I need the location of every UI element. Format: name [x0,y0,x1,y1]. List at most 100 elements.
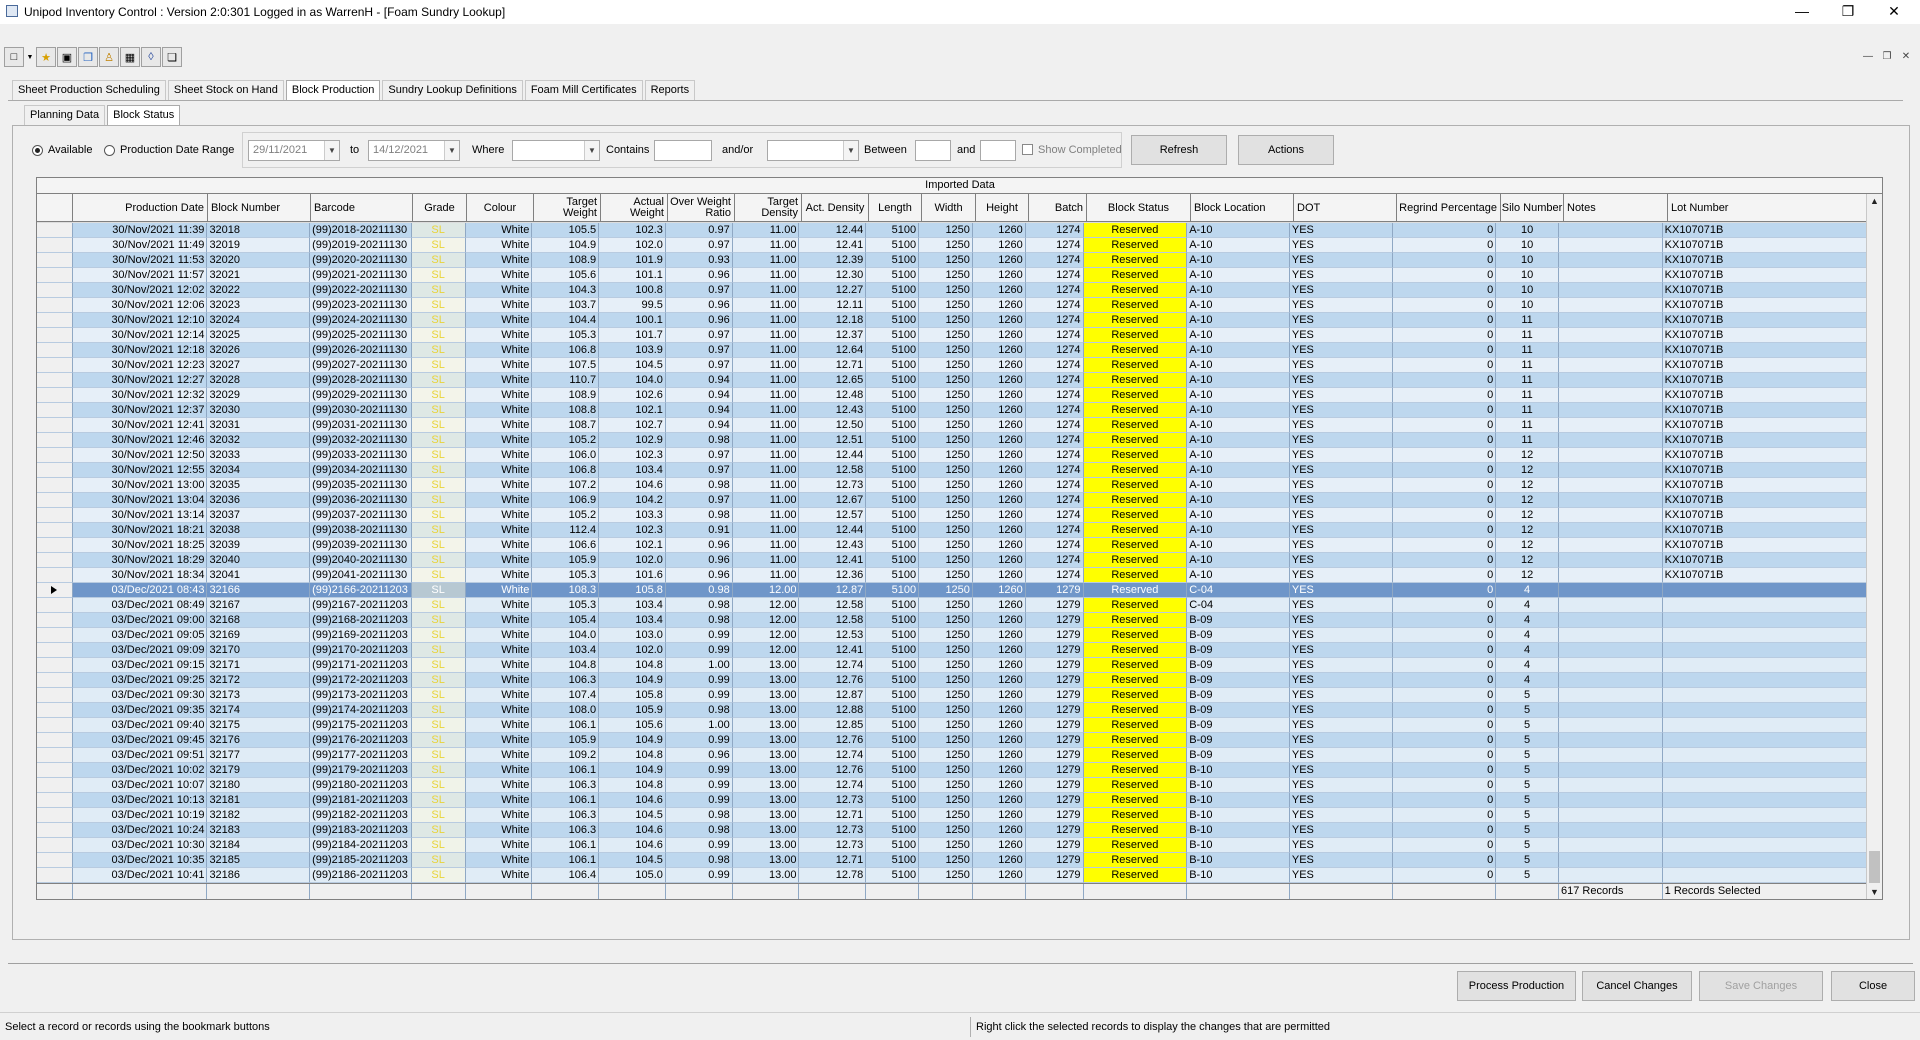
cell-colour[interactable]: White [465,283,533,298]
cell-length[interactable]: 5100 [866,778,920,793]
cell-block-location[interactable]: A-10 [1187,283,1290,298]
cell-dot[interactable]: YES [1289,313,1393,328]
column-header-over-weight-ratio[interactable]: Over Weight Ratio [668,194,735,222]
cell-silo-number[interactable]: 12 [1496,448,1559,463]
cell-dot[interactable]: YES [1289,778,1393,793]
cell-barcode[interactable]: (99)2028-20211130 [310,373,412,388]
cell-barcode[interactable]: (99)2168-20211203 [310,613,412,628]
cell-block-status[interactable]: Reserved [1083,373,1188,388]
cell-block-number[interactable]: 32185 [207,853,311,868]
cell-length[interactable]: 5100 [866,733,920,748]
cell-dot[interactable]: YES [1289,763,1393,778]
cell-batch[interactable]: 1274 [1025,388,1084,403]
cell-block-status[interactable]: Reserved [1083,223,1188,238]
column-header-target-weight[interactable]: Target Weight [534,194,601,222]
cell-grade[interactable]: SL [411,733,466,748]
cell-block-location[interactable]: B-09 [1187,643,1290,658]
cell-colour[interactable]: White [465,718,533,733]
cell-act-density[interactable]: 12.43 [799,538,867,553]
row-selector[interactable] [37,328,73,343]
cell-length[interactable]: 5100 [866,373,920,388]
cell-block-number[interactable]: 32032 [207,433,311,448]
cell-block-location[interactable]: B-09 [1187,748,1290,763]
cell-block-location[interactable]: B-09 [1187,673,1290,688]
column-header-barcode[interactable]: Barcode [311,194,413,222]
cell-grade[interactable]: SL [411,748,466,763]
cell-notes[interactable] [1558,373,1663,388]
cell-dot[interactable]: YES [1289,868,1393,883]
cell-target-density[interactable]: 12.00 [732,613,800,628]
cell-target-weight[interactable]: 105.9 [532,733,600,748]
cell-actual-weight[interactable]: 104.5 [599,853,666,868]
cell-dot[interactable]: YES [1289,838,1393,853]
cell-grade[interactable]: SL [411,763,466,778]
cell-production-date[interactable]: 30/Nov/2021 11:49 [72,238,208,253]
cell-batch[interactable]: 1279 [1025,748,1084,763]
actions-button[interactable]: Actions [1238,135,1334,165]
cell-actual-weight[interactable]: 102.3 [599,223,666,238]
cell-over-weight-ratio[interactable]: 0.98 [665,703,733,718]
cell-dot[interactable]: YES [1289,688,1393,703]
cell-grade[interactable]: SL [411,373,466,388]
cell-lot-number[interactable]: KX107071B [1662,328,1867,343]
cell-block-number[interactable]: 32024 [207,313,311,328]
cell-act-density[interactable]: 12.73 [799,838,867,853]
cell-batch[interactable]: 1274 [1025,238,1084,253]
row-selector[interactable] [37,853,73,868]
cell-batch[interactable]: 1279 [1025,598,1084,613]
cell-block-number[interactable]: 32173 [207,688,311,703]
cell-block-number[interactable]: 32168 [207,613,311,628]
table-row[interactable]: 03/Dec/2021 09:35 32174 (99)2174-20211203 S… [37,703,1867,718]
cell-block-location[interactable]: B-10 [1187,808,1290,823]
cell-block-location[interactable]: A-10 [1187,373,1290,388]
cell-colour[interactable]: White [465,238,533,253]
cell-length[interactable]: 5100 [866,718,920,733]
cell-dot[interactable]: YES [1289,298,1393,313]
cell-dot[interactable]: YES [1289,613,1393,628]
cell-regrind-percentage[interactable]: 0 [1392,598,1497,613]
cell-production-date[interactable]: 03/Dec/2021 09:51 [72,748,208,763]
cell-dot[interactable]: YES [1289,718,1393,733]
cell-length[interactable]: 5100 [866,598,920,613]
cell-grade[interactable]: SL [411,328,466,343]
cell-block-number[interactable]: 32021 [207,268,311,283]
cell-actual-weight[interactable]: 101.9 [599,253,666,268]
cell-colour[interactable]: White [465,778,533,793]
cell-grade[interactable]: SL [411,418,466,433]
cell-act-density[interactable]: 12.51 [799,433,867,448]
cell-regrind-percentage[interactable]: 0 [1392,658,1497,673]
cell-barcode[interactable]: (99)2170-20211203 [310,643,412,658]
cell-lot-number[interactable]: KX107071B [1662,403,1867,418]
cell-colour[interactable]: White [465,673,533,688]
cell-act-density[interactable]: 12.74 [799,748,867,763]
row-selector[interactable] [37,568,73,583]
cell-actual-weight[interactable]: 102.6 [599,388,666,403]
cell-colour[interactable]: White [465,808,533,823]
cell-production-date[interactable]: 30/Nov/2021 18:25 [72,538,208,553]
cell-block-number[interactable]: 32035 [207,478,311,493]
cell-target-density[interactable]: 12.00 [732,628,800,643]
cell-block-number[interactable]: 32030 [207,403,311,418]
cell-act-density[interactable]: 12.76 [799,673,867,688]
cell-dot[interactable]: YES [1289,403,1393,418]
cell-target-weight[interactable]: 105.9 [532,553,600,568]
cell-height[interactable]: 1260 [972,268,1026,283]
cell-height[interactable]: 1260 [972,253,1026,268]
cell-grade[interactable]: SL [411,253,466,268]
cell-grade[interactable]: SL [411,223,466,238]
cell-block-location[interactable]: A-10 [1187,403,1290,418]
cell-act-density[interactable]: 12.36 [799,568,867,583]
cell-regrind-percentage[interactable]: 0 [1392,373,1497,388]
row-selector[interactable] [37,433,73,448]
cell-over-weight-ratio[interactable]: 1.00 [665,718,733,733]
cell-colour[interactable]: White [465,433,533,448]
cell-block-status[interactable]: Reserved [1083,283,1188,298]
refresh-button[interactable]: Refresh [1131,135,1227,165]
cell-batch[interactable]: 1279 [1025,808,1084,823]
table-row[interactable]: 03/Dec/2021 10:02 32179 (99)2179-20211203 S… [37,763,1867,778]
cell-actual-weight[interactable]: 101.6 [599,568,666,583]
cell-grade[interactable]: SL [411,448,466,463]
cell-batch[interactable]: 1274 [1025,418,1084,433]
cell-length[interactable]: 5100 [866,358,920,373]
tab-sundry-lookup-definitions[interactable]: Sundry Lookup Definitions [382,80,523,100]
